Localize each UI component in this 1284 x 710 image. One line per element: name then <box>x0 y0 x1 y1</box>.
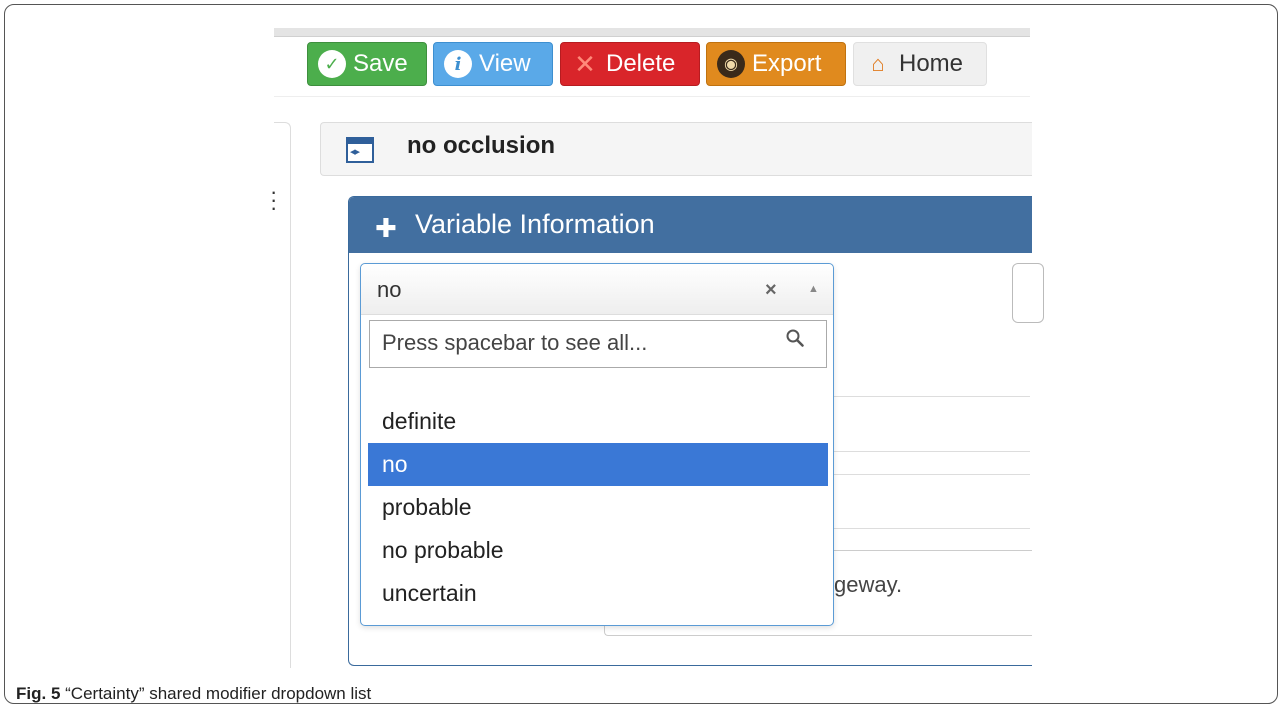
view-button[interactable]: i View <box>433 42 553 86</box>
delete-button-label: Delete <box>606 50 676 77</box>
page-title: no occlusion <box>407 132 556 159</box>
dropdown-search-input[interactable] <box>370 321 794 365</box>
puzzle-icon: ✚ <box>375 213 397 243</box>
dropdown-option[interactable]: probable <box>368 486 828 529</box>
kebab-menu-icon[interactable]: · · · <box>270 181 277 219</box>
delete-button[interactable]: ✕ Delete <box>560 42 700 86</box>
figure-caption: Fig. 5 “Certainty” shared modifier dropd… <box>16 684 371 704</box>
variable-panel-header: ✚ Variable Information <box>349 197 1032 253</box>
home-button[interactable]: ⌂ Home <box>853 42 987 86</box>
dropdown-search-box[interactable] <box>369 320 827 368</box>
dropdown-selection[interactable]: no × ▲ <box>361 264 833 315</box>
dropdown-option[interactable]: no probable <box>368 529 828 572</box>
info-icon: i <box>444 50 472 78</box>
dropdown-option[interactable]: uncertain <box>368 572 828 615</box>
background-text: geway. <box>834 572 903 597</box>
x-icon: ✕ <box>574 48 596 79</box>
panel-toggle-icon[interactable]: ◂▸ <box>346 137 374 163</box>
background-divider <box>834 474 1030 475</box>
top-strip <box>274 28 1030 37</box>
home-icon: ⌂ <box>871 51 885 76</box>
save-button[interactable]: ✓ Save <box>307 42 427 86</box>
check-circle-icon: ✓ <box>318 50 346 78</box>
dropdown-selected-value: no <box>377 277 402 302</box>
background-divider <box>834 451 1030 452</box>
owl-icon: ◉ <box>717 50 745 78</box>
dropdown-options: definite no probable no probable uncerta… <box>368 400 828 615</box>
home-button-label: Home <box>899 50 964 77</box>
export-button[interactable]: ◉ Export <box>706 42 846 86</box>
background-control <box>1012 263 1044 323</box>
export-button-label: Export <box>752 50 822 77</box>
view-button-label: View <box>479 50 531 77</box>
search-icon <box>786 329 804 347</box>
figure-label: Fig. 5 <box>16 684 61 703</box>
background-divider <box>834 528 1030 529</box>
certainty-dropdown[interactable]: no × ▲ definite no probable no probable … <box>360 263 834 626</box>
chevron-up-icon[interactable]: ▲ <box>808 283 819 295</box>
clear-icon[interactable]: × <box>765 279 777 302</box>
variable-panel-title: Variable Information <box>415 209 655 239</box>
background-divider <box>834 396 1030 397</box>
dropdown-option-highlighted[interactable]: no <box>368 443 828 486</box>
save-button-label: Save <box>353 50 408 77</box>
figure-caption-text: “Certainty” shared modifier dropdown lis… <box>65 684 372 703</box>
dropdown-option[interactable]: definite <box>368 400 828 443</box>
